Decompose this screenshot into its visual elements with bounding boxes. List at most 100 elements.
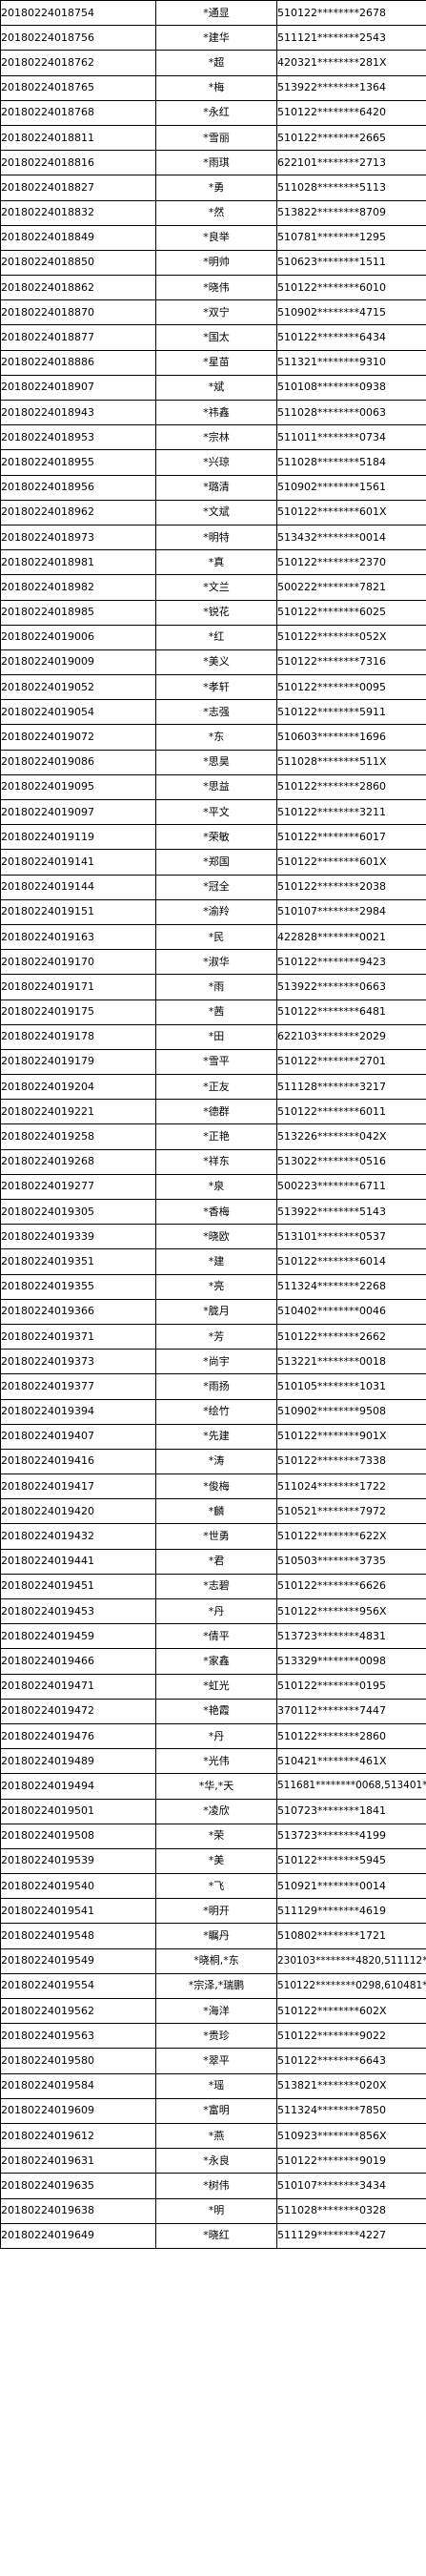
record-id-cell: 20180224019095 — [0, 773, 156, 801]
id-card-cell: 622101********2713 — [276, 150, 426, 176]
id-card-cell: 510402********0046 — [276, 1298, 426, 1325]
table-row: 20180224019417 *俊梅 511024********1722 — [0, 1473, 426, 1500]
table-row: 20180224019549 *晓桐,*东 230103********4820,5… — [0, 1947, 426, 1974]
id-card-cell: 510107********2984 — [276, 898, 426, 925]
record-id-cell: 20180224019494 — [0, 1773, 156, 1800]
name-cell: *泉 — [155, 1173, 277, 1201]
id-card-cell: 230103********4820,511112********0011 — [276, 1947, 426, 1974]
id-card-cell: 510122********5911 — [276, 699, 426, 726]
name-cell: *超 — [155, 50, 277, 76]
table-row: 20180224018765 *梅 513922********1364 — [0, 74, 426, 101]
record-id-cell: 20180224018811 — [0, 124, 156, 152]
name-cell: *丹 — [155, 1722, 277, 1750]
record-id-cell: 20180224019221 — [0, 1099, 156, 1125]
table-row: 20180224019373 *尚宇 513221********0018 — [0, 1349, 426, 1375]
id-card-cell: 510122********2860 — [276, 1722, 426, 1750]
name-cell: *明开 — [155, 1898, 277, 1925]
name-cell: *平文 — [155, 798, 277, 826]
id-card-cell: 510122********956X — [276, 1597, 426, 1625]
table-row: 20180224019394 *绘竹 510902********9508 — [0, 1398, 426, 1425]
table-row: 20180224019631 *永良 510122********9019 — [0, 2148, 426, 2174]
table-row: 20180224019371 *芳 510122********2662 — [0, 1323, 426, 1350]
table-row: 20180224018827 *勇 511028********5113 — [0, 175, 426, 201]
id-card-cell: 513723********4831 — [276, 1623, 426, 1650]
id-card-cell: 513221********0018 — [276, 1349, 426, 1375]
table-row: 20180224019584 *瑶 513821********020X — [0, 2072, 426, 2099]
table-row: 20180224019377 *雨扬 510105********1031 — [0, 1373, 426, 1400]
table-row: 20180224019095 *思益 510122********2860 — [0, 773, 426, 801]
table-row: 20180224019006 *红 510122********052X — [0, 624, 426, 650]
name-cell: *尚宇 — [155, 1349, 277, 1375]
record-id-cell: 20180224019476 — [0, 1722, 156, 1750]
record-id-cell: 20180224019584 — [0, 2072, 156, 2099]
id-card-cell: 510105********1031 — [276, 1373, 426, 1400]
record-id-cell: 20180224019471 — [0, 1673, 156, 1700]
record-id-cell: 20180224019006 — [0, 624, 156, 650]
name-cell: *燕 — [155, 2122, 277, 2150]
name-cell: *晓伟 — [155, 275, 277, 301]
record-id-cell: 20180224018981 — [0, 549, 156, 576]
table-row: 20180224018832 *然 513822********8709 — [0, 199, 426, 226]
table-row: 20180224019472 *艳霞 370112********7447 — [0, 1698, 426, 1724]
record-id-cell: 20180224019097 — [0, 798, 156, 826]
table-row: 20180224019476 *丹 510122********2860 — [0, 1722, 426, 1750]
id-card-cell: 511028********5113 — [276, 175, 426, 201]
id-card-cell: 510122********6481 — [276, 999, 426, 1025]
record-id-cell: 20180224018816 — [0, 150, 156, 176]
name-cell: *祥东 — [155, 1148, 277, 1175]
table-row: 20180224019305 *香梅 513922********5143 — [0, 1198, 426, 1226]
table-row: 20180224018816 *雨琪 622101********2713 — [0, 150, 426, 176]
table-row: 20180224019163 *民 422828********0021 — [0, 923, 426, 951]
name-cell: *正友 — [155, 1074, 277, 1101]
table-row: 20180224019548 *瞩丹 510802********1721 — [0, 1923, 426, 1949]
record-id-cell: 20180224019541 — [0, 1898, 156, 1925]
name-cell: *雨 — [155, 974, 277, 1000]
record-id-cell: 20180224018762 — [0, 50, 156, 76]
record-id-cell: 20180224019635 — [0, 2173, 156, 2199]
record-id-cell: 20180224019638 — [0, 2197, 156, 2224]
name-cell: *麟 — [155, 1498, 277, 1525]
name-cell: *华,*天 — [155, 1773, 277, 1800]
table-row: 20180224019175 *茜 510122********6481 — [0, 999, 426, 1025]
record-id-cell: 20180224019631 — [0, 2148, 156, 2174]
name-cell: *晓欧 — [155, 1224, 277, 1250]
name-cell: *建 — [155, 1248, 277, 1275]
record-id-cell: 20180224019119 — [0, 824, 156, 851]
id-card-cell: 511121********2543 — [276, 25, 426, 52]
table-row: 20180224019151 *渝羚 510107********2984 — [0, 898, 426, 925]
id-card-cell: 510521********7972 — [276, 1498, 426, 1525]
name-cell: *瞩丹 — [155, 1923, 277, 1949]
table-row: 20180224018973 *明特 513432********0014 — [0, 524, 426, 551]
record-id-cell: 20180224018756 — [0, 25, 156, 52]
id-card-cell: 513022********0516 — [276, 1148, 426, 1175]
table-row: 20180224018811 *雪丽 510122********2665 — [0, 124, 426, 152]
id-card-cell: 500222********7821 — [276, 574, 426, 601]
table-row: 20180224019494 *华,*天 511681********0068,51… — [0, 1773, 426, 1800]
table-row: 20180224018762 *超 420321********281X — [0, 50, 426, 76]
name-cell: *斌 — [155, 374, 277, 402]
record-id-cell: 20180224018870 — [0, 299, 156, 326]
name-cell: *文斌 — [155, 499, 277, 526]
id-card-cell: 510122********6011 — [276, 1099, 426, 1125]
name-cell: *通显 — [155, 0, 277, 27]
table-row: 20180224019407 *先建 510122********901X — [0, 1423, 426, 1450]
name-cell: *郑国 — [155, 849, 277, 876]
id-card-cell: 510122********6626 — [276, 1573, 426, 1600]
name-cell: *星苗 — [155, 349, 277, 376]
table-row: 20180224019554 *宗泽,*瑞鹏 510122********0298,… — [0, 1972, 426, 2000]
name-cell: *良举 — [155, 224, 277, 251]
record-id-cell: 20180224019305 — [0, 1198, 156, 1226]
id-card-cell: 510122********602X — [276, 1997, 426, 2025]
name-cell: *绘竹 — [155, 1398, 277, 1425]
name-cell: *兴琼 — [155, 449, 277, 476]
name-cell: *东 — [155, 724, 277, 751]
table-row: 20180224018955 *兴琼 511028********5184 — [0, 449, 426, 476]
id-card-cell: 510902********9508 — [276, 1398, 426, 1425]
name-cell: *志碧 — [155, 1573, 277, 1600]
name-cell: *荣敏 — [155, 824, 277, 851]
table-row: 20180224019501 *凌欣 510723********1841 — [0, 1798, 426, 1824]
id-card-cell: 510122********2665 — [276, 124, 426, 152]
table-row: 20180224019420 *麟 510521********7972 — [0, 1498, 426, 1525]
id-card-cell: 510421********461X — [276, 1748, 426, 1775]
record-id-cell: 20180224019371 — [0, 1323, 156, 1350]
